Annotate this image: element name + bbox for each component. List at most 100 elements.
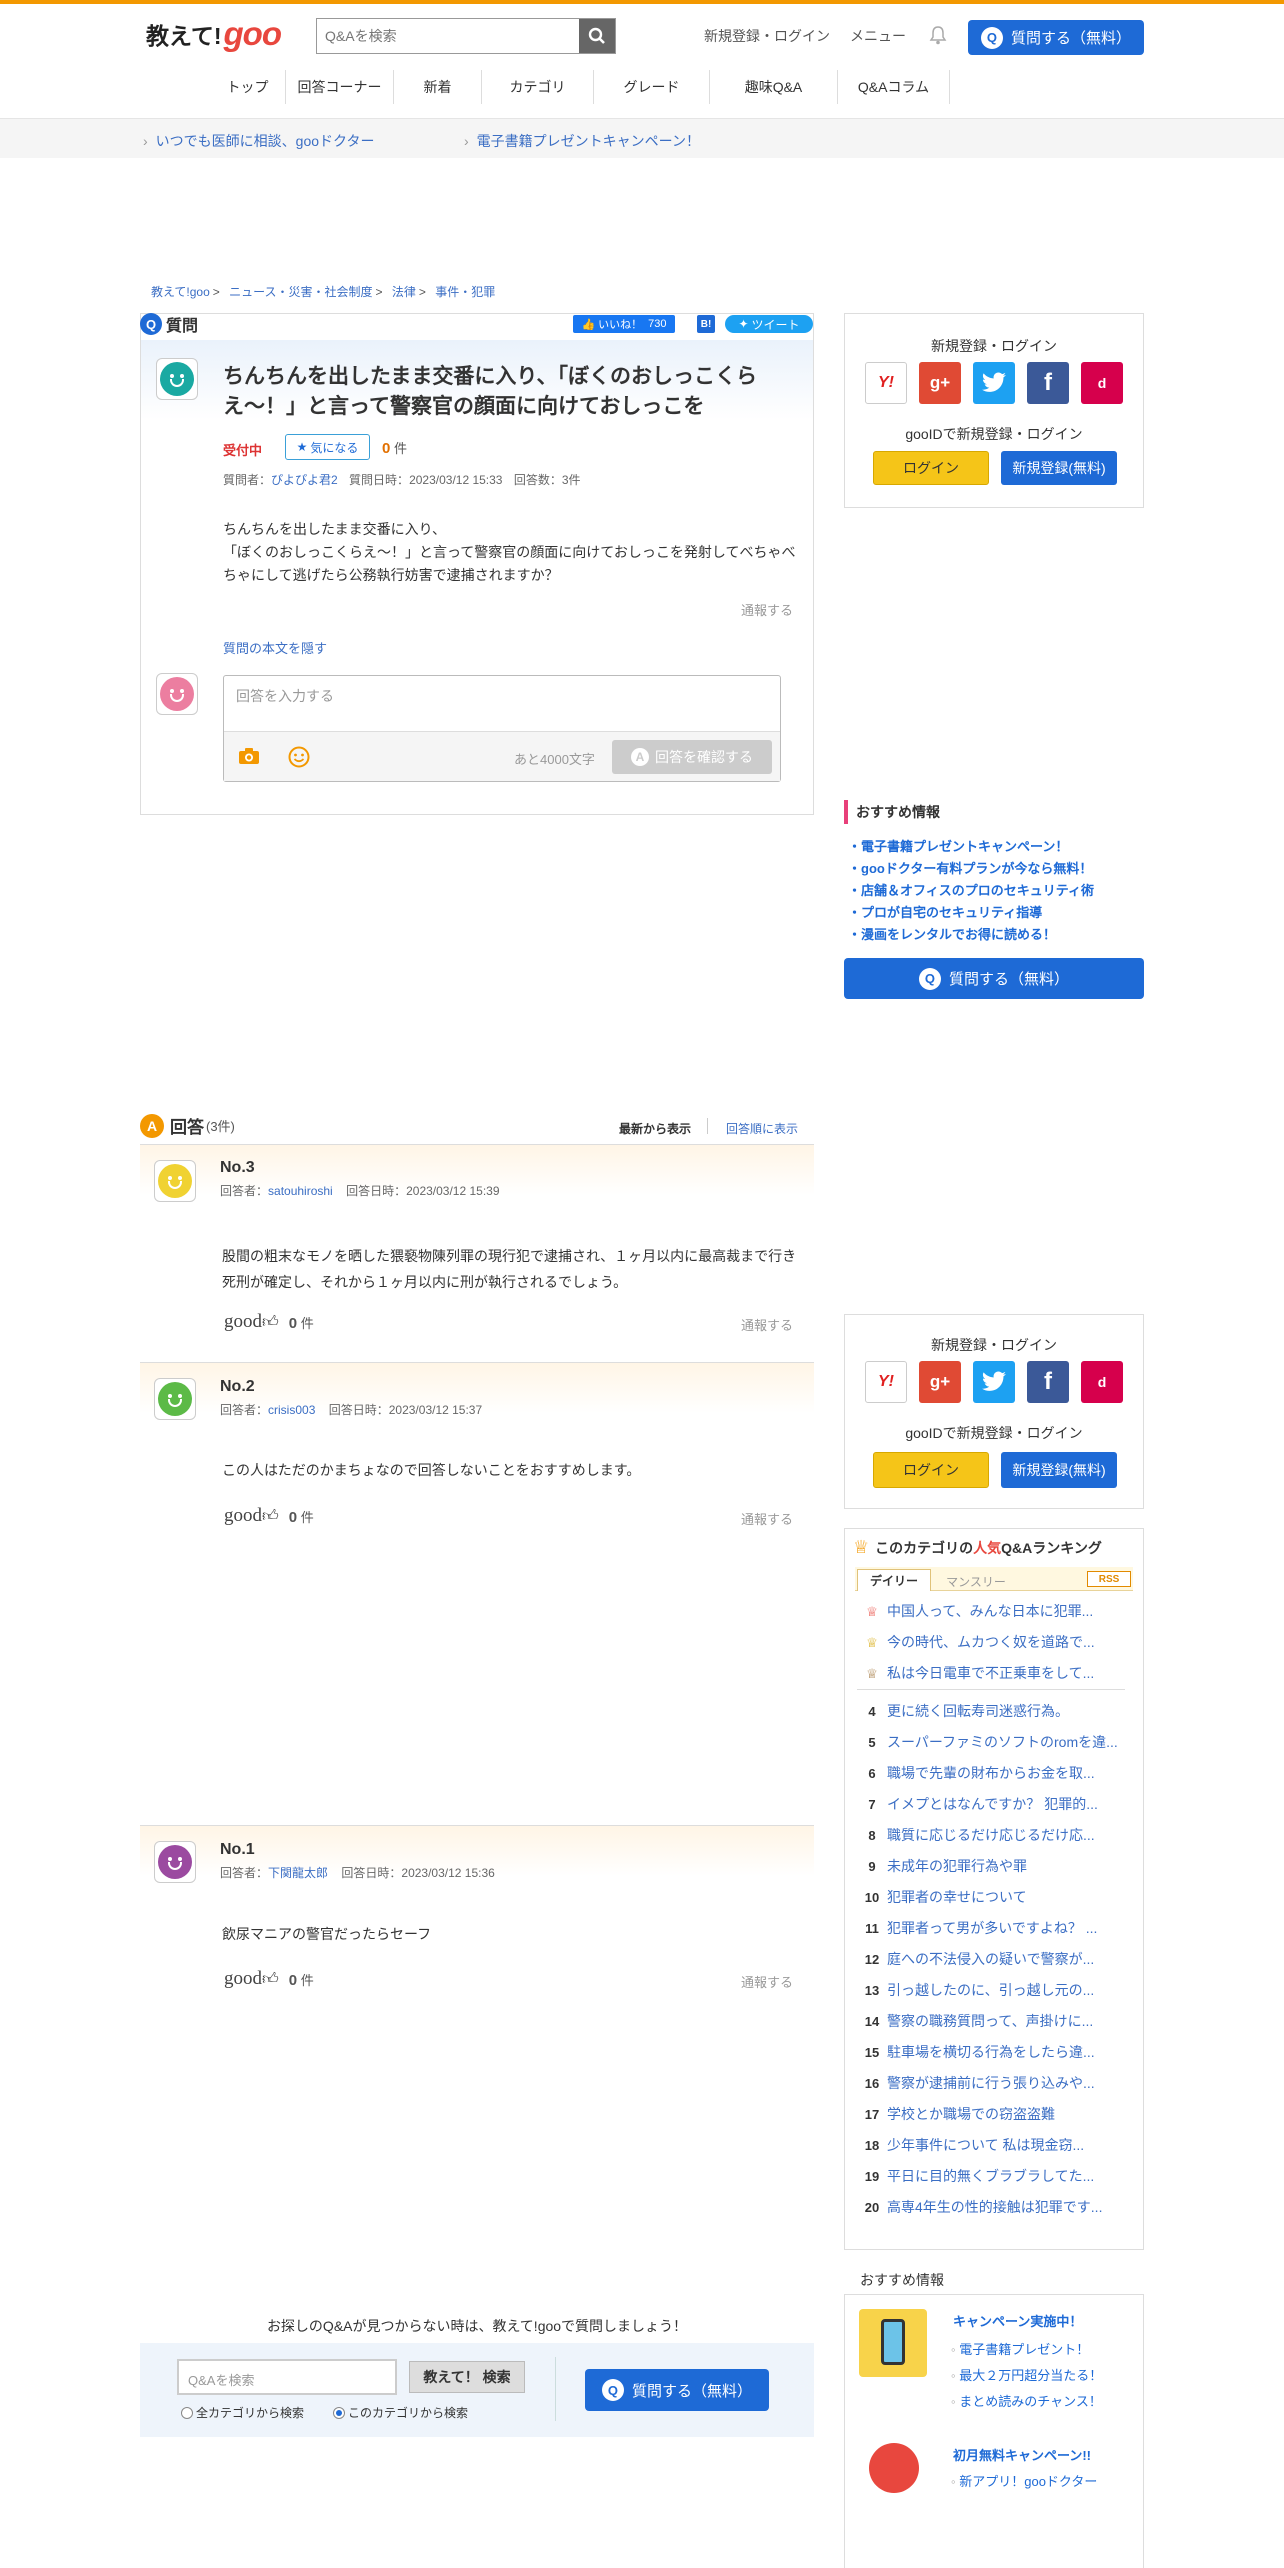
radio-this-category[interactable]: このカテゴリから検索 <box>333 2404 468 2421</box>
yahoo-login-icon[interactable]: Y! <box>865 362 907 404</box>
camera-icon[interactable] <box>238 747 260 765</box>
login-button[interactable]: ログイン <box>873 451 989 485</box>
nav-item-hobby-qa[interactable]: 趣味Q&A <box>710 70 838 104</box>
ranking-item[interactable]: 10 犯罪者の幸せについて <box>857 1887 1027 1907</box>
ranking-item[interactable]: 8 職質に応じるだけ応じるだけ応... <box>857 1825 1094 1845</box>
promo-link-doctor[interactable]: いつでも医師に相談、gooドクター <box>143 131 375 151</box>
ranking-item[interactable]: 19 平日に目的無くブラブラしてた... <box>857 2166 1094 2186</box>
bottom-search-input[interactable]: Q&Aを検索 <box>177 2359 397 2395</box>
recommend-item[interactable]: ・プロが自宅のセキュリティ指導 <box>848 902 1094 924</box>
campaign-phone-image[interactable] <box>859 2309 927 2377</box>
nav-item-category[interactable]: カテゴリ <box>482 70 594 104</box>
menu-link[interactable]: メニュー <box>850 26 906 46</box>
report-link[interactable]: 通報する <box>741 600 793 619</box>
ranking-item[interactable]: 17 学校とか職場での窃盗盗難 <box>857 2104 1055 2124</box>
campaign-1-item[interactable]: ◦ まとめ読みのチャンス！ <box>951 2389 1102 2415</box>
search-input[interactable] <box>317 19 579 53</box>
ranking-item[interactable]: 4 更に続く回転寿司迷惑行為。 <box>857 1701 1069 1721</box>
sort-order-link[interactable]: 回答順に表示 <box>726 1120 798 1137</box>
report-link[interactable]: 通報する <box>741 1509 793 1528</box>
ranking-item[interactable]: 9 未成年の犯罪行為や罪 <box>857 1856 1027 1876</box>
report-link[interactable]: 通報する <box>741 1315 793 1334</box>
docomo-login-icon[interactable]: d <box>1081 1361 1123 1403</box>
report-link[interactable]: 通報する <box>741 1972 793 1991</box>
breadcrumb-home[interactable]: 教えて!goo <box>151 285 210 299</box>
promo-link-ebook[interactable]: 電子書籍プレゼントキャンペーン！ <box>464 131 700 151</box>
nav-item-answer-corner[interactable]: 回答コーナー <box>286 70 394 104</box>
sidebar-ask-button[interactable]: Q 質問する（無料） <box>844 958 1144 999</box>
campaign-1-item[interactable]: ◦ 最大２万円超分当たる！ <box>951 2363 1102 2389</box>
campaign-2-title[interactable]: 初月無料キャンペーン!! <box>953 2445 1091 2464</box>
twitter-login-icon[interactable] <box>973 1361 1015 1403</box>
google-login-icon[interactable]: g+ <box>919 1361 961 1403</box>
ranking-item[interactable]: 12 庭への不法侵入の疑いで警察が... <box>857 1949 1094 1969</box>
answerer-name[interactable]: satouhiroshi <box>268 1184 333 1198</box>
bell-icon[interactable] <box>929 25 947 45</box>
ranking-item[interactable]: 13 引っ越したのに、引っ越し元の... <box>857 1980 1094 2000</box>
ranking-item[interactable]: 11 犯罪者って男が多いですよね？ ... <box>857 1918 1097 1938</box>
campaign-1-item[interactable]: ◦ 電子書籍プレゼント！ <box>951 2337 1102 2363</box>
bottom-ask-button[interactable]: Q 質問する（無料） <box>585 2369 769 2411</box>
ranking-item[interactable]: ♕ 私は今日電車で不正乗車をして... <box>857 1663 1094 1683</box>
breadcrumb-news[interactable]: ニュース・災害・社会制度 <box>229 285 372 299</box>
answerer-avatar[interactable] <box>154 1160 196 1202</box>
facebook-like-button[interactable]: 👍 いいね！ 730 <box>573 315 675 333</box>
campaign-1-title[interactable]: キャンペーン実施中！ <box>953 2311 1082 2330</box>
breadcrumb-crime[interactable]: 事件・犯罪 <box>435 285 495 299</box>
recommend-item[interactable]: ・漫画をレンタルでお得に読める！ <box>848 924 1094 946</box>
bottom-search-button[interactable]: 教えて！ 検索 <box>409 2361 525 2393</box>
recommend-item[interactable]: ・gooドクター有料プランが今なら無料！ <box>848 858 1094 880</box>
recommend-item[interactable]: ・電子書籍プレゼントキャンペーン！ <box>848 836 1094 858</box>
ranking-item[interactable]: 5 スーパーファミのソフトのromを違... <box>857 1732 1117 1752</box>
sort-latest-link[interactable]: 最新から表示 <box>619 1120 691 1137</box>
goo-doctor-logo[interactable] <box>869 2443 919 2493</box>
asker-name[interactable]: ぴよぴよ君2 <box>271 473 338 487</box>
watch-button[interactable]: ★ 気になる <box>285 434 370 460</box>
tab-daily[interactable]: デイリー <box>857 1569 931 1591</box>
register-button[interactable]: 新規登録(無料) <box>1001 451 1117 485</box>
answerer-name[interactable]: crisis003 <box>268 1403 315 1417</box>
yahoo-login-icon[interactable]: Y! <box>865 1361 907 1403</box>
nav-item-top[interactable]: トップ <box>210 70 286 104</box>
ranking-item[interactable]: 15 駐車場を横切る行為をしたら違... <box>857 2042 1095 2062</box>
facebook-login-icon[interactable]: f <box>1027 362 1069 404</box>
breadcrumb-law[interactable]: 法律 <box>392 285 416 299</box>
ranking-item[interactable]: 7 イメプとはなんですか？ 犯罪的... <box>857 1794 1097 1814</box>
login-button[interactable]: ログイン <box>873 1452 989 1488</box>
good-button[interactable]: good 👍︎ 0 件 <box>224 1311 314 1333</box>
hatena-bookmark-icon[interactable]: B! <box>697 315 715 333</box>
register-login-link[interactable]: 新規登録・ログイン <box>704 26 830 46</box>
tab-monthly[interactable]: マンスリー <box>939 1571 1013 1591</box>
recommend-item[interactable]: ・店舗＆オフィスのプロのセキュリティ術 <box>848 880 1094 902</box>
answerer-name[interactable]: 下関龍太郎 <box>268 1866 328 1880</box>
ranking-item[interactable]: 18 少年事件について 私は現金窃... <box>857 2135 1084 2155</box>
good-button[interactable]: good 👍︎ 0 件 <box>224 1505 314 1527</box>
emoji-icon[interactable] <box>288 746 310 768</box>
campaign-2-item[interactable]: ◦ 新アプリ！gooドクター <box>951 2471 1097 2490</box>
ranking-item[interactable]: ♕ 今の時代、ムカつく奴を道路で... <box>857 1632 1095 1652</box>
confirm-answer-button[interactable]: A 回答を確認する <box>612 740 772 774</box>
answerer-avatar[interactable] <box>154 1378 196 1420</box>
radio-all-categories[interactable]: 全カテゴリから検索 <box>181 2404 304 2421</box>
site-logo[interactable]: 教えて! goo <box>146 14 282 54</box>
google-login-icon[interactable]: g+ <box>919 362 961 404</box>
answer-input[interactable]: 回答を入力する <box>236 686 334 706</box>
facebook-login-icon[interactable]: f <box>1027 1361 1069 1403</box>
register-button[interactable]: 新規登録(無料) <box>1001 1452 1117 1488</box>
hide-body-link[interactable]: 質問の本文を隠す <box>223 638 327 657</box>
asker-avatar[interactable] <box>156 358 198 400</box>
ranking-item[interactable]: 16 警察が逮捕前に行う張り込みや... <box>857 2073 1095 2093</box>
ranking-item[interactable]: 6 職場で先輩の財布からお金を取... <box>857 1763 1094 1783</box>
nav-item-qa-column[interactable]: Q&Aコラム <box>838 70 950 104</box>
good-button[interactable]: good 👍︎ 0 件 <box>224 1968 314 1990</box>
nav-item-new[interactable]: 新着 <box>394 70 482 104</box>
tweet-button[interactable]: ✦ ツイート <box>725 315 813 333</box>
answerer-avatar[interactable] <box>154 1841 196 1883</box>
rss-button[interactable]: RSS <box>1087 1571 1131 1587</box>
ranking-item[interactable]: 20 高専4年生の性的接触は犯罪です... <box>857 2197 1103 2217</box>
ask-question-button[interactable]: Q 質問する（無料） <box>968 20 1144 55</box>
nav-item-grade[interactable]: グレード <box>594 70 710 104</box>
search-button[interactable] <box>579 19 615 53</box>
twitter-login-icon[interactable] <box>973 362 1015 404</box>
ranking-item[interactable]: 14 警察の職務質問って、声掛けに... <box>857 2011 1094 2031</box>
